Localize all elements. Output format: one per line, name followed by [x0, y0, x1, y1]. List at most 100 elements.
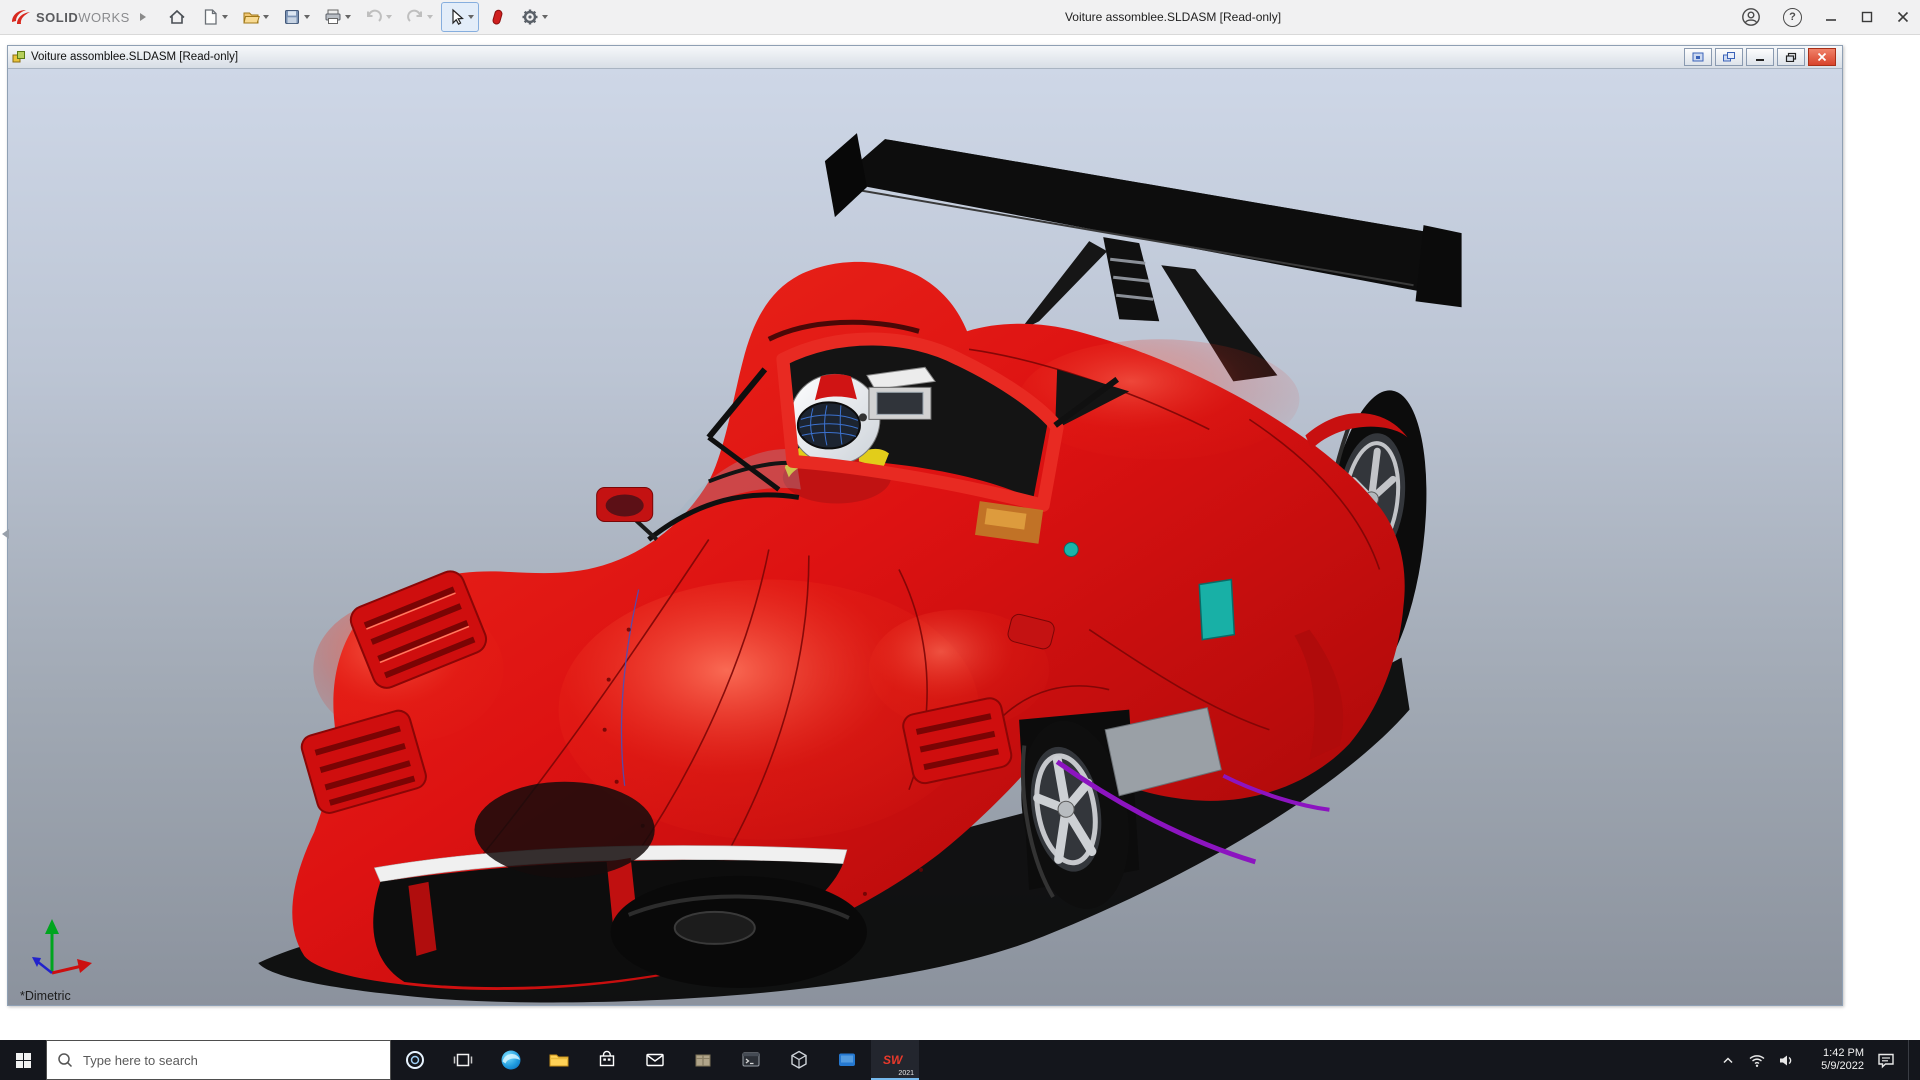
- new-document-button[interactable]: [195, 2, 233, 32]
- package-icon: [691, 1048, 715, 1072]
- orientation-triad[interactable]: [24, 911, 104, 989]
- folder-icon: [547, 1048, 571, 1072]
- redo-button[interactable]: [400, 2, 438, 32]
- print-button[interactable]: [318, 2, 356, 32]
- cortana-icon: [404, 1049, 426, 1071]
- home-icon: [167, 7, 187, 27]
- menu-expand-icon[interactable]: [140, 13, 146, 21]
- select-tool-button[interactable]: [441, 2, 479, 32]
- solidworks-app-icon: SW: [882, 1049, 908, 1071]
- rearview-mirror[interactable]: [867, 367, 935, 419]
- document-titlebar[interactable]: Voiture assomblee.SLDASM [Read-only]: [8, 46, 1842, 69]
- task-view-icon: [453, 1050, 473, 1070]
- search-input[interactable]: [81, 1052, 390, 1069]
- undo-icon: [364, 7, 384, 27]
- media-app-icon: [835, 1048, 859, 1072]
- volume-icon[interactable]: [1778, 1053, 1794, 1068]
- close-button[interactable]: [1896, 10, 1910, 24]
- solidworks-mark-icon: [10, 7, 32, 27]
- taskbar-icon-edge[interactable]: [487, 1040, 535, 1080]
- close-icon: [1816, 52, 1828, 62]
- options-button[interactable]: [515, 2, 553, 32]
- document-title: Voiture assomblee.SLDASM [Read-only]: [31, 51, 238, 63]
- clock-date: 5/9/2022: [1806, 1060, 1864, 1073]
- front-left-wheel[interactable]: [611, 876, 867, 988]
- account-icon[interactable]: [1741, 7, 1761, 27]
- doc-window-button-a[interactable]: [1684, 48, 1712, 66]
- document-window-buttons: [1684, 48, 1838, 66]
- taskbar-icon-solidworks[interactable]: SW 2021: [871, 1040, 919, 1080]
- dropdown-arrow-icon[interactable]: [468, 15, 474, 19]
- dropdown-arrow-icon[interactable]: [304, 15, 310, 19]
- network-icon[interactable]: [1748, 1053, 1766, 1068]
- taskbar-icon-cortana[interactable]: [391, 1040, 439, 1080]
- undo-button[interactable]: [359, 2, 397, 32]
- taskbar-icon-terminal[interactable]: [727, 1040, 775, 1080]
- gear-icon: [520, 7, 540, 27]
- taskbar-icon-file-explorer[interactable]: [535, 1040, 583, 1080]
- open-button[interactable]: [236, 2, 274, 32]
- taskbar-icon-package[interactable]: [679, 1040, 727, 1080]
- dropdown-arrow-icon[interactable]: [345, 15, 351, 19]
- task-pane-collapse-icon[interactable]: [2, 529, 9, 539]
- doc-button-b-icon: [1722, 51, 1736, 63]
- dropdown-arrow-icon: [427, 15, 433, 19]
- tray-expand-icon[interactable]: [1720, 1053, 1736, 1067]
- dropdown-arrow-icon[interactable]: [542, 15, 548, 19]
- window-controls: ?: [1741, 0, 1910, 34]
- start-button[interactable]: [0, 1040, 46, 1080]
- clock-time: 1:42 PM: [1806, 1047, 1864, 1060]
- dropdown-arrow-icon[interactable]: [263, 15, 269, 19]
- doc-close-button[interactable]: [1808, 48, 1836, 66]
- taskbar-icon-mail[interactable]: [631, 1040, 679, 1080]
- maximize-button[interactable]: [1860, 10, 1874, 24]
- solidworks-version-badge: 2021: [898, 1070, 914, 1077]
- svg-text:SW: SW: [883, 1053, 904, 1067]
- dropdown-arrow-icon[interactable]: [222, 15, 228, 19]
- system-tray: 1:42 PM 5/9/2022: [1720, 1040, 1920, 1080]
- print-icon: [323, 7, 343, 27]
- taskbar-clock[interactable]: 1:42 PM 5/9/2022: [1806, 1047, 1864, 1073]
- doc-window-button-b[interactable]: [1715, 48, 1743, 66]
- windows-taskbar: SW 2021 1:42 PM 5/9/2022: [0, 1040, 1920, 1080]
- brand-solid: SOLID: [36, 10, 78, 25]
- store-bag-icon: [595, 1048, 619, 1072]
- car-model-canvas[interactable]: [8, 69, 1842, 1005]
- assembly-doc-icon: [12, 50, 26, 64]
- solidworks-logo[interactable]: SOLIDWORKS: [0, 7, 130, 27]
- restore-icon: [1785, 52, 1797, 62]
- app-titlebar: SOLIDWORKS: [0, 0, 1920, 35]
- new-document-icon: [200, 7, 220, 27]
- home-button[interactable]: [162, 2, 192, 32]
- search-icon: [57, 1052, 73, 1068]
- view-orientation-label: *Dimetric: [20, 989, 71, 1003]
- minimize-button[interactable]: [1824, 10, 1838, 24]
- redo-icon: [405, 7, 425, 27]
- save-button[interactable]: [277, 2, 315, 32]
- component-tool-button[interactable]: [482, 2, 512, 32]
- doc-minimize-button[interactable]: [1746, 48, 1774, 66]
- cube-icon: [787, 1048, 811, 1072]
- taskbar-icon-task-view[interactable]: [439, 1040, 487, 1080]
- show-desktop-button[interactable]: [1908, 1040, 1914, 1080]
- doc-button-a-icon: [1691, 51, 1705, 63]
- open-folder-icon: [241, 7, 261, 27]
- save-icon: [282, 7, 302, 27]
- help-icon[interactable]: ?: [1783, 8, 1802, 27]
- brand-name: SOLIDWORKS: [36, 10, 130, 25]
- app-title: Voiture assomblee.SLDASM [Read-only]: [1065, 0, 1281, 34]
- taskbar-icon-media[interactable]: [823, 1040, 871, 1080]
- graphics-viewport[interactable]: *Dimetric: [8, 69, 1842, 1005]
- taskbar-search[interactable]: [46, 1040, 391, 1080]
- mail-icon: [643, 1048, 667, 1072]
- taskbar-icon-3d-viewer[interactable]: [775, 1040, 823, 1080]
- dropdown-arrow-icon: [386, 15, 392, 19]
- windows-logo-icon: [15, 1052, 32, 1069]
- doc-restore-button[interactable]: [1777, 48, 1805, 66]
- edge-icon: [499, 1048, 523, 1072]
- minimize-icon: [1754, 52, 1766, 62]
- select-cursor-icon: [446, 7, 466, 27]
- action-center-icon[interactable]: [1876, 1051, 1896, 1069]
- terminal-icon: [739, 1048, 763, 1072]
- taskbar-icon-store[interactable]: [583, 1040, 631, 1080]
